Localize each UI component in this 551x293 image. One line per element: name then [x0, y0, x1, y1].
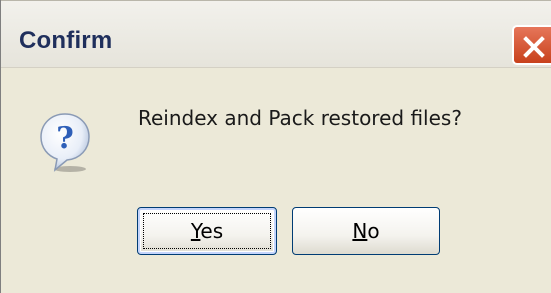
yes-label-rest: es	[200, 219, 224, 243]
close-icon	[523, 36, 545, 58]
yes-button[interactable]: Yes	[137, 207, 277, 255]
yes-mnemonic: Y	[190, 219, 201, 243]
yes-button-label: Yes	[191, 219, 223, 243]
dialog-body: ? Reindex and Pack restored files? Yes N…	[1, 68, 551, 293]
close-button[interactable]	[512, 25, 551, 65]
svg-text:?: ?	[56, 121, 74, 156]
dialog-message: Reindex and Pack restored files?	[138, 106, 462, 130]
no-mnemonic: N	[352, 219, 368, 243]
confirm-dialog: Confirm ? Reindex and Pack restored file…	[0, 0, 551, 293]
no-button-label: No	[352, 219, 379, 243]
no-label-rest: o	[367, 219, 380, 243]
dialog-title: Confirm	[19, 27, 113, 54]
no-button[interactable]: No	[292, 207, 440, 255]
title-bar[interactable]: Confirm	[1, 0, 551, 68]
question-icon: ?	[40, 113, 90, 172]
